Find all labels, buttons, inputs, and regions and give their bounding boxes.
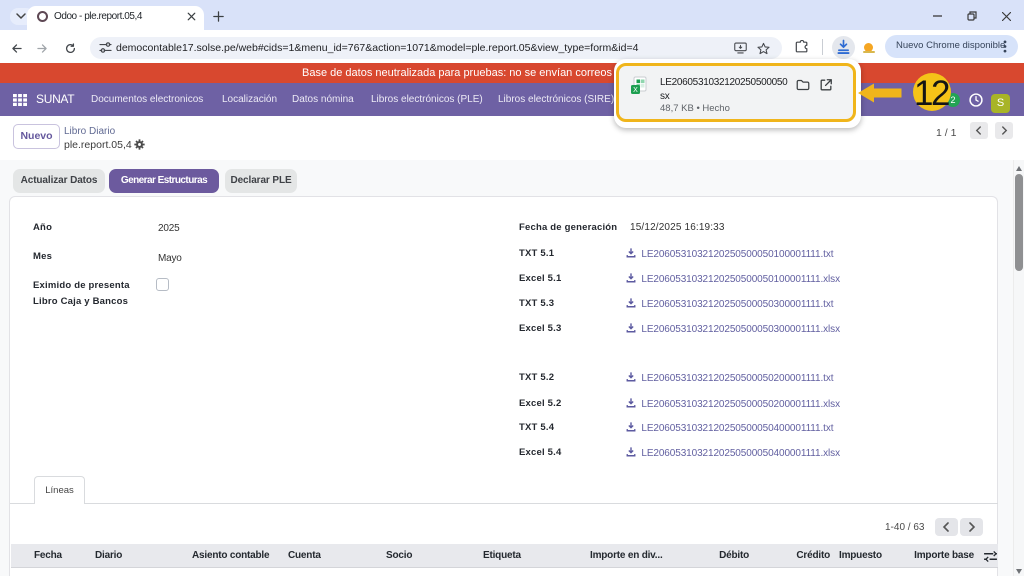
- svg-text:X: X: [633, 87, 638, 94]
